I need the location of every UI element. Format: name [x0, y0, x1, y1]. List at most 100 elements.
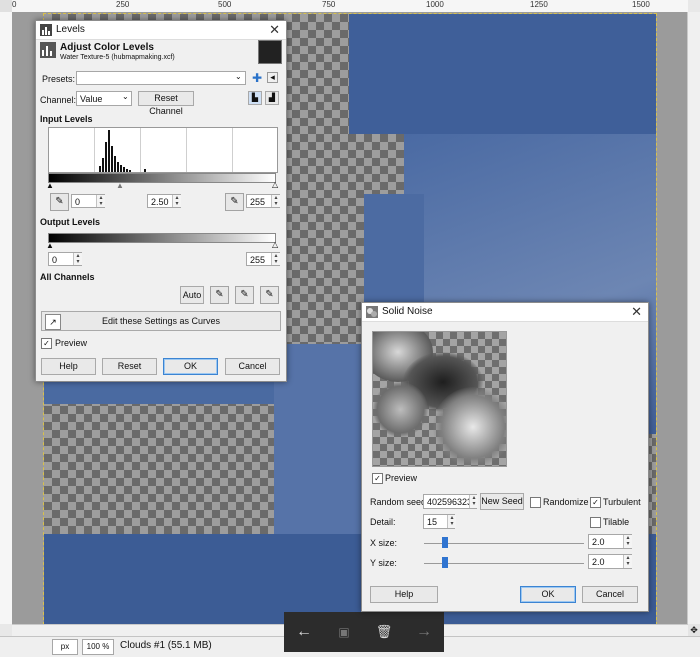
histogram-bar [120, 165, 122, 172]
preset-menu-icon[interactable]: ◂ [267, 72, 278, 83]
low-output-handle[interactable]: ▲ [46, 241, 54, 250]
back-arrow-icon[interactable]: ← [294, 622, 314, 642]
input-gamma-spinner[interactable]: ▴ ▾ [172, 195, 181, 207]
eyedropper-icon[interactable]: ✎ [210, 286, 229, 304]
noise-cloud [373, 382, 428, 437]
reset-channel-button[interactable]: Reset Channel [138, 91, 194, 116]
high-input-handle[interactable]: △ [272, 180, 278, 189]
tilable-checkbox[interactable] [590, 517, 601, 528]
noise-preview[interactable] [372, 331, 507, 467]
levels-titlebar[interactable]: Levels ✕ [36, 21, 286, 40]
histogram-bar [102, 158, 104, 172]
histogram-bar [111, 146, 113, 172]
levels-icon [40, 24, 52, 36]
detail-label: Detail: [370, 517, 396, 527]
levels-dialog: Levels ✕ Adjust Color Levels Water Textu… [35, 20, 287, 382]
new-seed-button[interactable]: New Seed [480, 493, 524, 510]
output-high-spinner[interactable]: ▴ ▾ [271, 253, 280, 265]
low-input-handle[interactable]: ▲ [46, 181, 54, 190]
reset-button[interactable]: Reset [102, 358, 157, 375]
edit-as-curves-button[interactable]: ↗ Edit these Settings as Curves [41, 311, 281, 331]
histogram-bar [99, 166, 101, 172]
histogram-bar [123, 167, 125, 172]
ruler-label: 1250 [530, 0, 548, 9]
dropdown-arrow-icon[interactable]: ⌄ [122, 92, 129, 101]
navigate-icon[interactable]: ✥ [688, 624, 700, 636]
ruler-label: 500 [218, 0, 232, 9]
vertical-scrollbar[interactable] [687, 12, 700, 624]
x-size-spinner[interactable]: ▴ ▾ [623, 535, 632, 548]
save-icon[interactable]: ▣ [334, 622, 354, 642]
noise-cloud [433, 387, 506, 466]
eyedropper-icon[interactable]: ✎ [225, 193, 244, 211]
random-seed-label: Random seed: [370, 497, 429, 507]
y-size-spinner[interactable]: ▴ ▾ [623, 555, 632, 568]
randomize-checkbox[interactable] [530, 497, 541, 508]
help-button[interactable]: Help [41, 358, 96, 375]
image-info: Clouds #1 (55.1 MB) [120, 640, 212, 651]
edit-as-curves-label: Edit these Settings as Curves [101, 316, 221, 326]
randomize-label: Randomize [543, 497, 589, 507]
trash-icon[interactable]: 🗑 [374, 622, 394, 642]
log-histogram-icon[interactable]: ▟ [265, 91, 279, 105]
unit-selector[interactable]: px [52, 639, 78, 655]
x-size-label: X size: [370, 538, 398, 548]
y-size-slider-handle[interactable] [442, 557, 448, 568]
histogram-bar [105, 142, 107, 172]
solid-noise-icon [366, 306, 378, 318]
detail-spinner[interactable]: ▴ ▾ [447, 515, 456, 528]
auto-button[interactable]: Auto [180, 286, 204, 304]
levels-window-title: Levels [56, 24, 85, 35]
preview-label: Preview [55, 338, 88, 348]
y-size-slider[interactable] [424, 563, 584, 564]
forward-arrow-icon[interactable]: → [414, 622, 434, 642]
x-size-slider-handle[interactable] [442, 537, 448, 548]
channel-label: Channel: [40, 95, 77, 105]
presets-combo[interactable] [76, 71, 246, 85]
preview-checkbox[interactable]: ✓ [41, 338, 52, 349]
random-seed-spinner[interactable]: ▴ ▾ [469, 495, 478, 508]
turbulent-label: Turbulent [603, 497, 641, 507]
high-output-handle[interactable]: △ [272, 240, 278, 249]
histogram [48, 127, 278, 173]
ruler-label: 250 [116, 0, 130, 9]
add-preset-icon[interactable]: ✚ [252, 71, 262, 85]
histogram-bar [117, 162, 119, 172]
histogram-bar [108, 130, 110, 172]
cancel-button[interactable]: Cancel [582, 586, 638, 603]
x-size-slider[interactable] [424, 543, 584, 544]
floating-toolbar: ← ▣ 🗑 → [284, 612, 444, 652]
ok-button[interactable]: OK [520, 586, 576, 603]
water-region [349, 14, 656, 134]
curves-icon: ↗ [45, 314, 61, 330]
ruler-label: 1500 [632, 0, 650, 9]
histogram-bar [126, 169, 128, 172]
solid-noise-titlebar[interactable]: Solid Noise ✕ [362, 303, 648, 322]
histogram-gridline [186, 128, 187, 172]
solid-noise-dialog: Solid Noise ✕ ✓ Preview Random seed: 402… [361, 302, 649, 612]
ruler-label: 1000 [426, 0, 444, 9]
eyedropper-icon[interactable]: ✎ [235, 286, 254, 304]
cancel-button[interactable]: Cancel [225, 358, 280, 375]
ok-button[interactable]: OK [163, 358, 218, 375]
input-high-spinner[interactable]: ▴ ▾ [271, 195, 280, 207]
gamma-input-handle[interactable]: ▲ [116, 181, 124, 190]
input-low-spinner[interactable]: ▴ ▾ [96, 195, 105, 207]
ruler-label: 750 [322, 0, 336, 9]
turbulent-checkbox[interactable]: ✓ [590, 497, 601, 508]
eyedropper-icon[interactable]: ✎ [50, 193, 69, 211]
close-icon[interactable]: ✕ [631, 304, 642, 320]
eyedropper-icon[interactable]: ✎ [260, 286, 279, 304]
linear-histogram-icon[interactable]: ▙ [248, 91, 262, 105]
input-gradient[interactable] [48, 173, 276, 183]
close-icon[interactable]: ✕ [269, 22, 280, 38]
output-low-spinner[interactable]: ▴ ▾ [73, 253, 82, 265]
dropdown-arrow-icon[interactable]: ⌄ [235, 72, 242, 81]
preview-checkbox[interactable]: ✓ [372, 473, 383, 484]
zoom-selector[interactable]: 100 % [82, 639, 114, 655]
input-levels-heading: Input Levels [40, 114, 93, 124]
output-gradient[interactable] [48, 233, 276, 243]
help-button[interactable]: Help [370, 586, 438, 603]
preview-label: Preview [385, 473, 418, 483]
ruler-label: 0 [12, 0, 17, 9]
